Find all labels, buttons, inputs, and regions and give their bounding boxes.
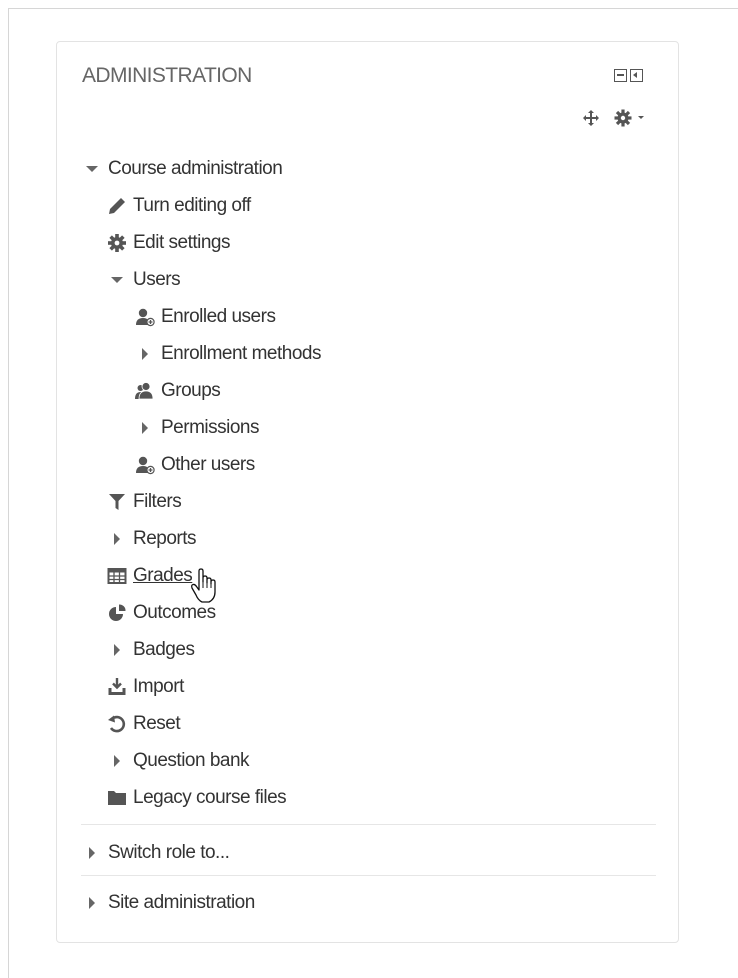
administration-block: ADMINISTRATION Course administration Tur…: [56, 41, 679, 943]
tree-item-label: Reports: [133, 527, 197, 549]
tree-item-other-users[interactable]: Other users: [135, 446, 255, 483]
tree-item-label: Switch role to...: [108, 841, 230, 863]
tree-item-edit-settings[interactable]: Edit settings: [107, 224, 231, 261]
table-grid-icon: [107, 566, 127, 586]
tree-item-reports[interactable]: Reports: [107, 520, 197, 557]
collapsed-arrow-icon: [135, 344, 155, 364]
pencil-icon: [107, 196, 127, 216]
tree-item-label: Other users: [161, 453, 255, 475]
tree-item-label: Groups: [161, 379, 221, 401]
outcomes-icon: [107, 603, 127, 623]
tree-item-label: Outcomes: [133, 601, 216, 623]
tree-item-groups[interactable]: Groups: [135, 372, 221, 409]
expanded-arrow-icon: [107, 270, 127, 290]
divider: [81, 875, 656, 876]
tree-item-label: Enrolled users: [161, 305, 276, 327]
tree-item-reset[interactable]: Reset: [107, 705, 181, 742]
tree-item-import[interactable]: Import: [107, 668, 184, 705]
collapsed-arrow-icon: [107, 640, 127, 660]
tree-item-legacy-course-files[interactable]: Legacy course files: [107, 779, 287, 816]
tree-item-label: Question bank: [133, 749, 250, 771]
move-arrows-icon[interactable]: [581, 108, 601, 128]
gear-icon: [107, 233, 127, 253]
dock-left-icon[interactable]: [630, 69, 643, 82]
tree-item-label: Reset: [133, 712, 181, 734]
tree-item-badges[interactable]: Badges: [107, 631, 195, 668]
tree-item-users[interactable]: Users: [107, 261, 181, 298]
enrol-user-icon: [135, 307, 155, 327]
tree-item-label: Permissions: [161, 416, 259, 438]
tree-item-label: Import: [133, 675, 184, 697]
tree-item-label: Users: [133, 268, 181, 290]
tree-item-label: Edit settings: [133, 231, 231, 253]
expanded-arrow-icon: [82, 159, 102, 179]
tree-item-enrolled-users[interactable]: Enrolled users: [135, 298, 276, 335]
filter-icon: [107, 492, 127, 512]
collapsed-arrow-icon: [135, 418, 155, 438]
reset-icon: [107, 714, 127, 734]
tree-item-label: Course administration: [108, 157, 283, 179]
tree-item-label: Turn editing off: [133, 194, 251, 216]
tree-item-enrollment-methods[interactable]: Enrollment methods: [135, 335, 321, 372]
block-title: ADMINISTRATION: [82, 64, 252, 87]
collapsed-arrow-icon: [107, 751, 127, 771]
import-icon: [107, 677, 127, 697]
collapsed-arrow-icon: [107, 529, 127, 549]
tree-item-label: Legacy course files: [133, 786, 287, 808]
enrol-user-icon: [135, 455, 155, 475]
tree-item-permissions[interactable]: Permissions: [135, 409, 259, 446]
tree-item-course-administration[interactable]: Course administration: [82, 150, 283, 187]
gear-dropdown-icon[interactable]: [613, 108, 649, 128]
tree-item-question-bank[interactable]: Question bank: [107, 742, 250, 779]
collapsed-arrow-icon: [82, 893, 102, 913]
hand-pointer-cursor-icon: [190, 568, 218, 604]
tree-item-label: Grades: [133, 564, 193, 586]
collapsed-arrow-icon: [82, 843, 102, 863]
tree-item-site-administration[interactable]: Site administration: [82, 884, 255, 921]
folder-icon: [107, 788, 127, 808]
tree-item-label: Filters: [133, 490, 182, 512]
tree-item-label: Site administration: [108, 891, 255, 913]
tree-item-label: Badges: [133, 638, 195, 660]
tree-item-turn-editing-off[interactable]: Turn editing off: [107, 187, 251, 224]
divider: [81, 824, 656, 825]
tree-item-filters[interactable]: Filters: [107, 483, 182, 520]
tree-item-grades[interactable]: Grades: [107, 557, 193, 594]
tree-item-switch-role[interactable]: Switch role to...: [82, 834, 230, 871]
groups-icon: [135, 381, 155, 401]
tree-item-label: Enrollment methods: [161, 342, 321, 364]
minus-box-icon[interactable]: [614, 69, 627, 82]
